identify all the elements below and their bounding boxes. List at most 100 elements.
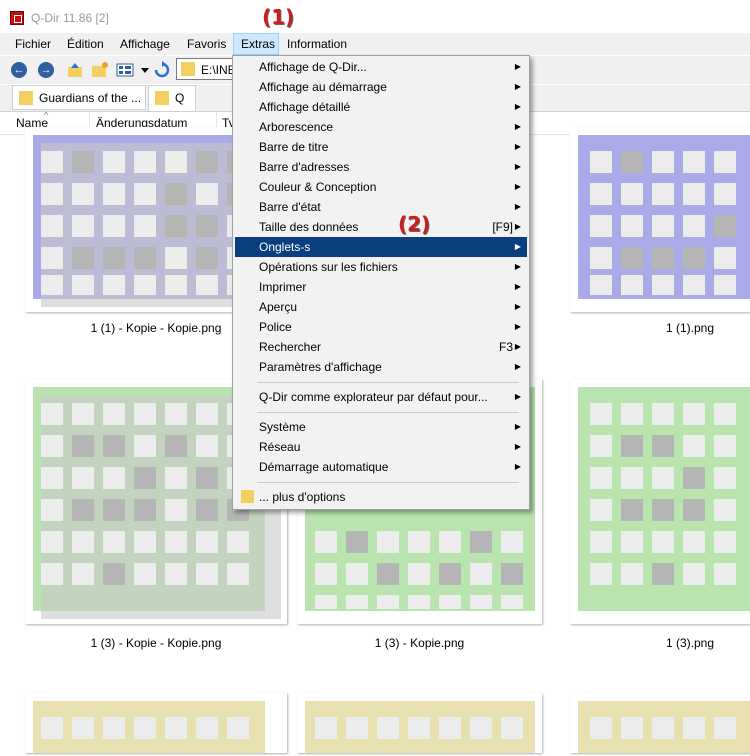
menu-item-label: Affichage détaillé xyxy=(259,100,351,114)
menu-item-explorateur-defaut[interactable]: Q-Dir comme explorateur par défaut pour.… xyxy=(235,387,527,407)
submenu-arrow-icon: ▶ xyxy=(514,302,521,311)
file-thumbnail[interactable] xyxy=(570,127,750,312)
menu-item-parametres-affichage[interactable]: Paramètres d'affichage ▶ xyxy=(235,357,527,377)
folder-icon xyxy=(155,91,169,105)
menu-item-label: Barre d'adresses xyxy=(259,160,350,174)
menu-item-label: Q-Dir comme explorateur par défaut pour.… xyxy=(259,390,488,404)
menu-item-label: Réseau xyxy=(259,440,301,454)
menu-item-taille-donnees[interactable]: Taille des données [F9] ▶ xyxy=(235,217,527,237)
menu-item-barre-adresses[interactable]: Barre d'adresses ▶ xyxy=(235,157,527,177)
menu-item-label: Police xyxy=(259,320,292,334)
menu-separator xyxy=(257,482,519,483)
tab-guardians[interactable]: Guardians of the ... xyxy=(12,85,146,110)
tab-label: Guardians of the ... xyxy=(39,91,142,105)
menu-item-demarrage-automatique[interactable]: Démarrage automatique ▶ xyxy=(235,457,527,477)
submenu-arrow-icon: ▶ xyxy=(514,442,521,451)
menu-separator xyxy=(257,412,519,413)
submenu-arrow-icon: ▶ xyxy=(514,102,521,111)
title-bar: Q-Dir 11.86 [2] xyxy=(0,8,750,30)
menu-item-label: Paramètres d'affichage xyxy=(259,360,382,374)
file-caption[interactable]: 1 (3) - Kopie - Kopie.png xyxy=(25,636,287,650)
menu-favoris[interactable]: Favoris xyxy=(180,33,233,55)
menu-item-label: Couleur & Conception xyxy=(259,180,377,194)
submenu-arrow-icon: ▶ xyxy=(514,462,521,471)
menu-affichage[interactable]: Affichage xyxy=(113,33,177,55)
sort-ascending-icon: ^ xyxy=(44,110,49,120)
submenu-arrow-icon: ▶ xyxy=(514,392,521,401)
view-mode-icon[interactable] xyxy=(116,61,134,79)
file-caption[interactable]: 1 (1).png xyxy=(630,321,750,335)
menu-information[interactable]: Information xyxy=(280,33,354,55)
up-folder-icon[interactable] xyxy=(66,61,84,79)
file-thumbnail[interactable] xyxy=(570,693,750,753)
new-folder-icon[interactable] xyxy=(91,61,109,79)
back-icon[interactable]: ← xyxy=(10,61,28,79)
refresh-icon[interactable] xyxy=(153,61,171,79)
menu-item-affichage-demarrage[interactable]: Affichage au démarrage ▶ xyxy=(235,77,527,97)
menu-item-label: Affichage au démarrage xyxy=(259,80,387,94)
menu-item-barre-titre[interactable]: Barre de titre ▶ xyxy=(235,137,527,157)
forward-icon[interactable]: → xyxy=(37,61,55,79)
menu-item-affichage-qdir[interactable]: Affichage de Q-Dir... ▶ xyxy=(235,57,527,77)
submenu-arrow-icon: ▶ xyxy=(514,282,521,291)
submenu-arrow-icon: ▶ xyxy=(514,422,521,431)
thumbnail-image xyxy=(305,701,535,756)
submenu-arrow-icon: ▶ xyxy=(514,162,521,171)
app-icon xyxy=(10,11,24,25)
menu-item-apercu[interactable]: Aperçu ▶ xyxy=(235,297,527,317)
window-title: Q-Dir 11.86 [2] xyxy=(31,11,109,25)
menu-item-couleur-conception[interactable]: Couleur & Conception ▶ xyxy=(235,177,527,197)
menu-item-onglets[interactable]: Onglets-s ▶ xyxy=(235,237,527,257)
extras-menu: Affichage de Q-Dir... ▶ Affichage au déma… xyxy=(232,55,530,510)
menu-item-imprimer[interactable]: Imprimer ▶ xyxy=(235,277,527,297)
menu-item-label: Affichage de Q-Dir... xyxy=(259,60,367,74)
file-thumbnail[interactable] xyxy=(297,693,542,753)
menu-item-arborescence[interactable]: Arborescence ▶ xyxy=(235,117,527,137)
menu-bar: Fichier Édition Affichage Favoris Extras… xyxy=(0,33,750,55)
thumbnail-image xyxy=(578,387,750,622)
menu-item-plus-options[interactable]: ... plus d'options xyxy=(235,487,527,507)
menu-item-affichage-detaille[interactable]: Affichage détaillé ▶ xyxy=(235,97,527,117)
submenu-arrow-icon: ▶ xyxy=(514,82,521,91)
tab-q[interactable]: Q xyxy=(148,85,196,111)
menu-item-rechercher[interactable]: Rechercher F3 ▶ xyxy=(235,337,527,357)
folder-icon xyxy=(241,490,254,503)
menu-item-label: Onglets-s xyxy=(259,240,311,254)
submenu-arrow-icon: ▶ xyxy=(514,262,521,271)
menu-item-police[interactable]: Police ▶ xyxy=(235,317,527,337)
menu-item-reseau[interactable]: Réseau ▶ xyxy=(235,437,527,457)
thumbnail-image xyxy=(578,135,750,310)
menu-item-shortcut: [F9] xyxy=(492,220,513,234)
menu-item-label: ... plus d'options xyxy=(259,490,346,504)
menu-item-label: Arborescence xyxy=(259,120,334,134)
submenu-arrow-icon: ▶ xyxy=(514,142,521,151)
menu-extras[interactable]: Extras xyxy=(233,33,279,55)
file-thumbnail[interactable] xyxy=(25,693,287,753)
submenu-arrow-icon: ▶ xyxy=(514,222,521,231)
thumbnail-image xyxy=(578,701,750,756)
annotation-marker-2: (2) xyxy=(398,212,431,236)
submenu-arrow-icon: ▶ xyxy=(514,122,521,131)
folder-icon xyxy=(181,62,195,76)
annotation-marker-1: (1) xyxy=(262,5,295,29)
menu-item-label: Imprimer xyxy=(259,280,307,294)
menu-item-operations-fichiers[interactable]: Opérations sur les fichiers ▶ xyxy=(235,257,527,277)
view-dropdown-icon[interactable] xyxy=(136,61,154,79)
menu-item-label: Démarrage automatique xyxy=(259,460,389,474)
thumbnail-image xyxy=(33,701,265,756)
address-bar[interactable]: E:\INE xyxy=(176,58,240,80)
submenu-arrow-icon: ▶ xyxy=(514,62,521,71)
menu-item-barre-etat[interactable]: Barre d'état ▶ xyxy=(235,197,527,217)
menu-separator xyxy=(257,382,519,383)
file-thumbnail[interactable] xyxy=(570,379,750,624)
menu-item-label: Système xyxy=(259,420,306,434)
file-caption[interactable]: 1 (3) - Kopie.png xyxy=(297,636,542,650)
menu-fichier[interactable]: Fichier xyxy=(8,33,58,55)
menu-edition[interactable]: Édition xyxy=(60,33,111,55)
submenu-arrow-icon: ▶ xyxy=(514,202,521,211)
submenu-arrow-icon: ▶ xyxy=(514,362,521,371)
folder-icon xyxy=(19,91,33,105)
menu-item-label: Barre de titre xyxy=(259,140,329,154)
menu-item-systeme[interactable]: Système ▶ xyxy=(235,417,527,437)
file-caption[interactable]: 1 (3).png xyxy=(630,636,750,650)
